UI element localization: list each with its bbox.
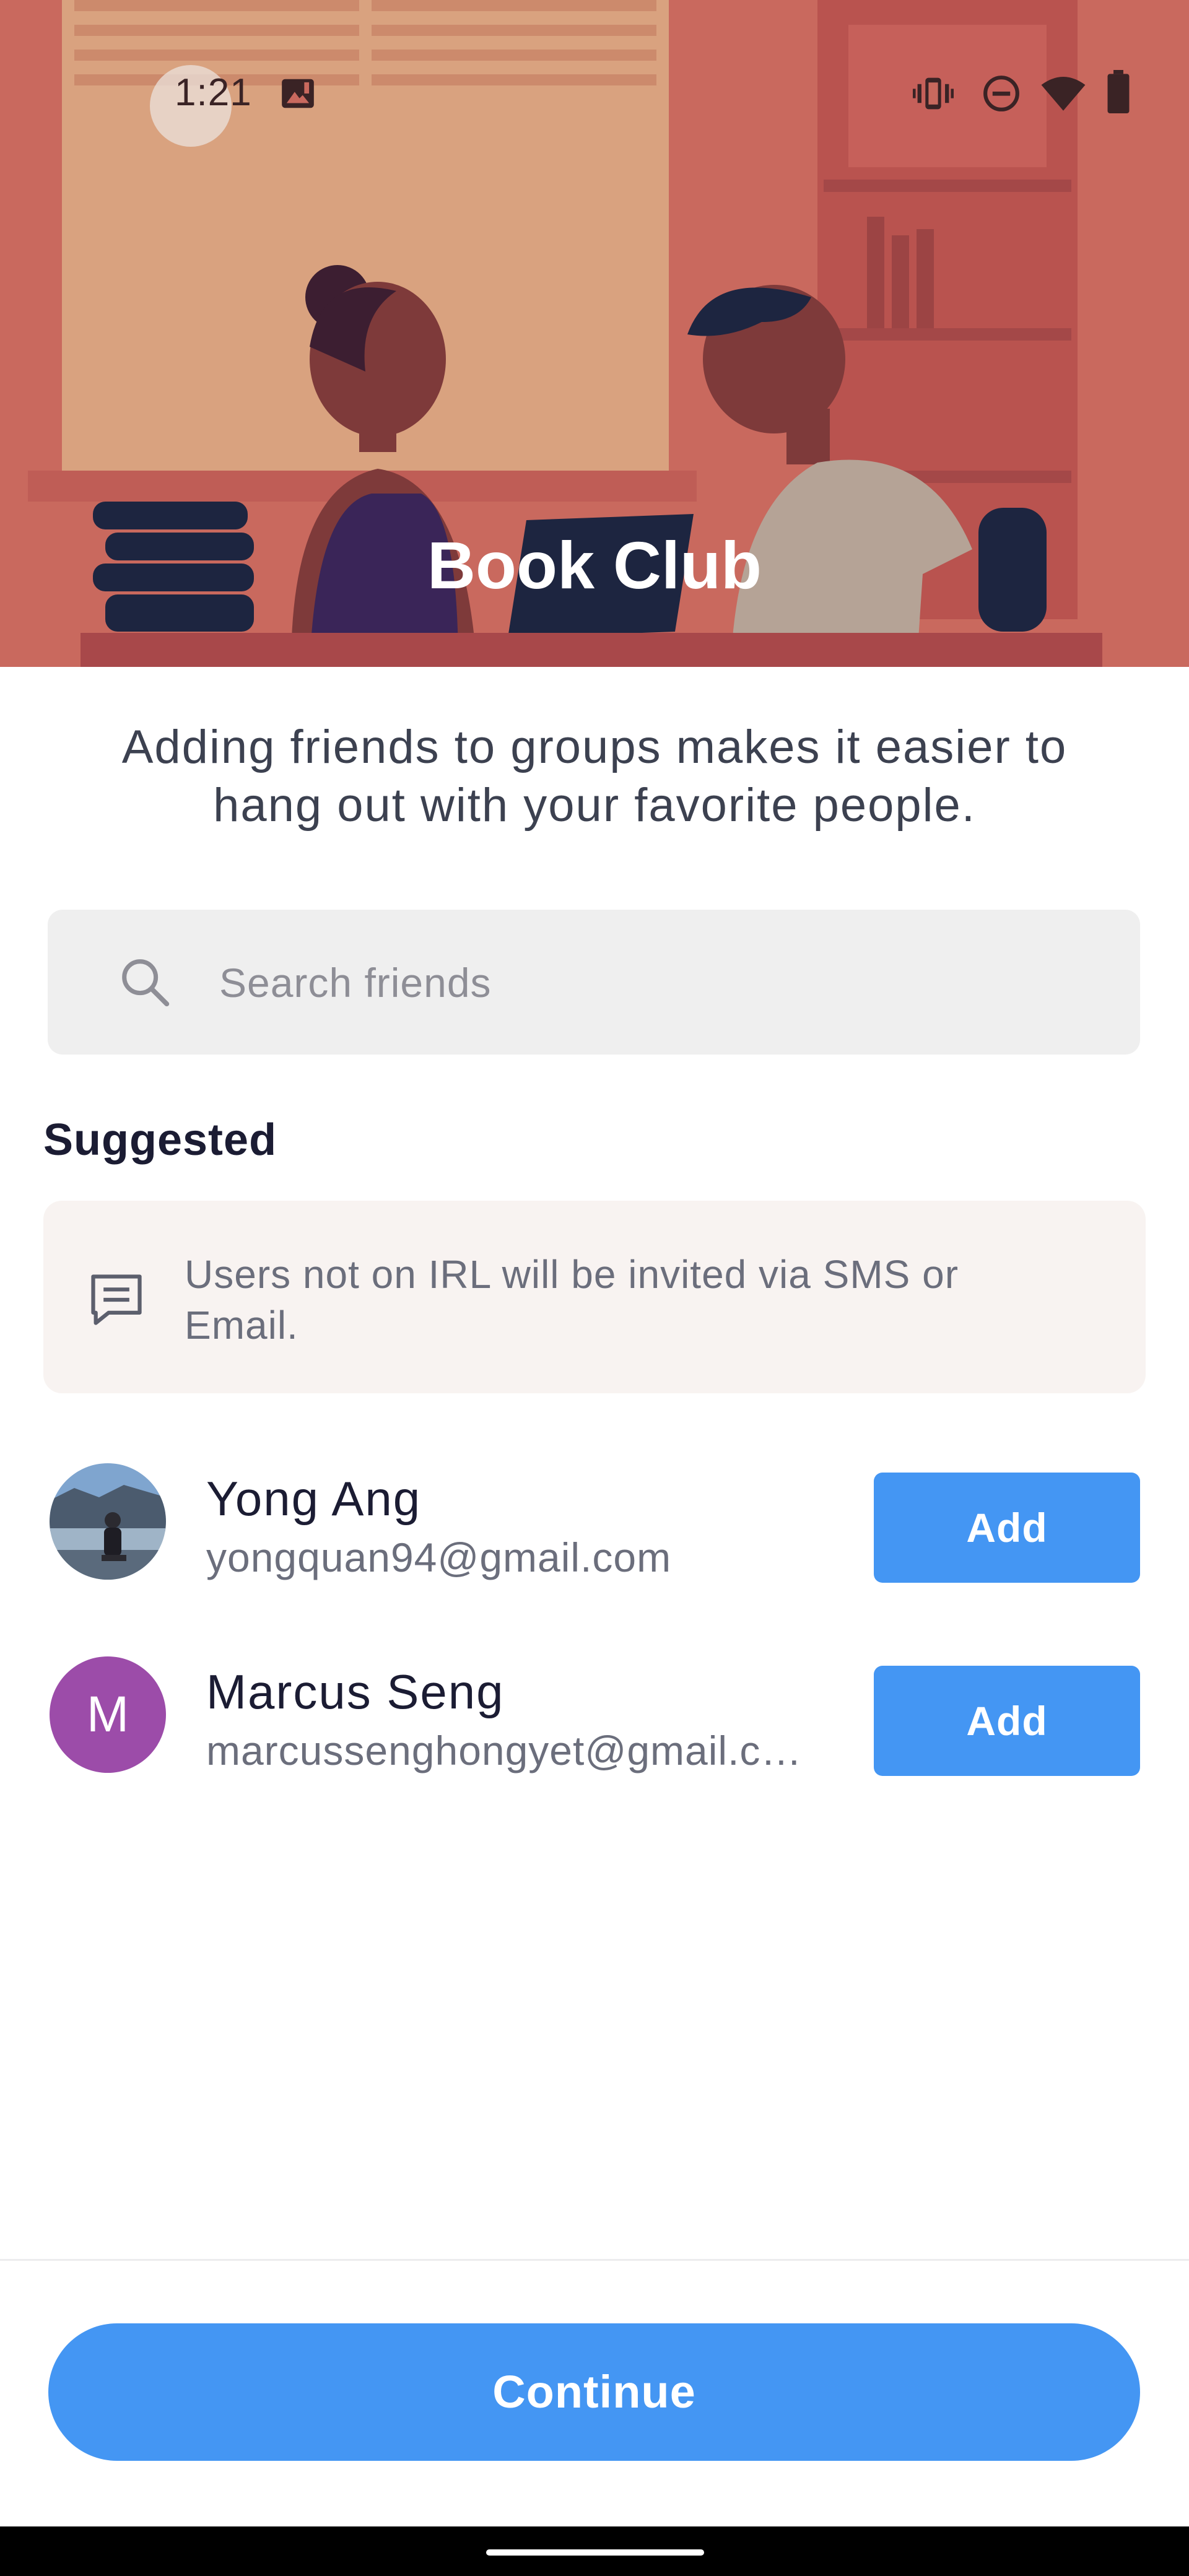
image-notification-icon [282, 79, 314, 108]
invite-info-text: Users not on IRL will be invited via SMS… [185, 1252, 959, 1347]
contact-name: Yong Ang [206, 1471, 422, 1526]
contact-row: Yong Ang yongquan94@gmail.com Add [0, 1445, 1189, 1593]
battery-icon [1107, 70, 1130, 113]
wifi-icon [1041, 77, 1086, 111]
section-heading: Suggested [43, 1115, 277, 1165]
search-input[interactable] [218, 910, 1087, 1056]
footer-divider [0, 2259, 1189, 2261]
avatar [50, 1463, 166, 1580]
status-bar: 1:21 [0, 59, 1189, 127]
do-not-disturb-icon [983, 76, 1019, 111]
vibrate-icon [913, 77, 954, 110]
message-icon [91, 1274, 142, 1325]
contact-name: Marcus Seng [206, 1664, 505, 1719]
invite-info-note: Users not on IRL will be invited via SMS… [43, 1201, 1146, 1393]
home-gesture-handle[interactable] [486, 2549, 704, 2556]
search-bar[interactable] [48, 910, 1140, 1056]
avatar: M [50, 1656, 166, 1773]
contact-email: yongquan94@gmail.com [206, 1534, 672, 1580]
contact-row: M Marcus Seng marcussenghongyet@gmail.c…… [0, 1638, 1189, 1786]
description-text: Adding friends to groups makes it easier… [121, 721, 1068, 832]
add-button[interactable]: Add [874, 1473, 1140, 1583]
hero-banner: 1:21 Book Club [0, 0, 1189, 667]
status-time: 1:21 [175, 71, 252, 114]
add-button[interactable]: Add [874, 1666, 1140, 1776]
system-navigation-bar [0, 2526, 1189, 2576]
contact-email: marcussenghongyet@gmail.c… [206, 1728, 803, 1773]
group-title: Book Club [427, 528, 762, 603]
continue-button[interactable]: Continue [48, 2323, 1140, 2461]
search-icon [122, 959, 170, 1007]
